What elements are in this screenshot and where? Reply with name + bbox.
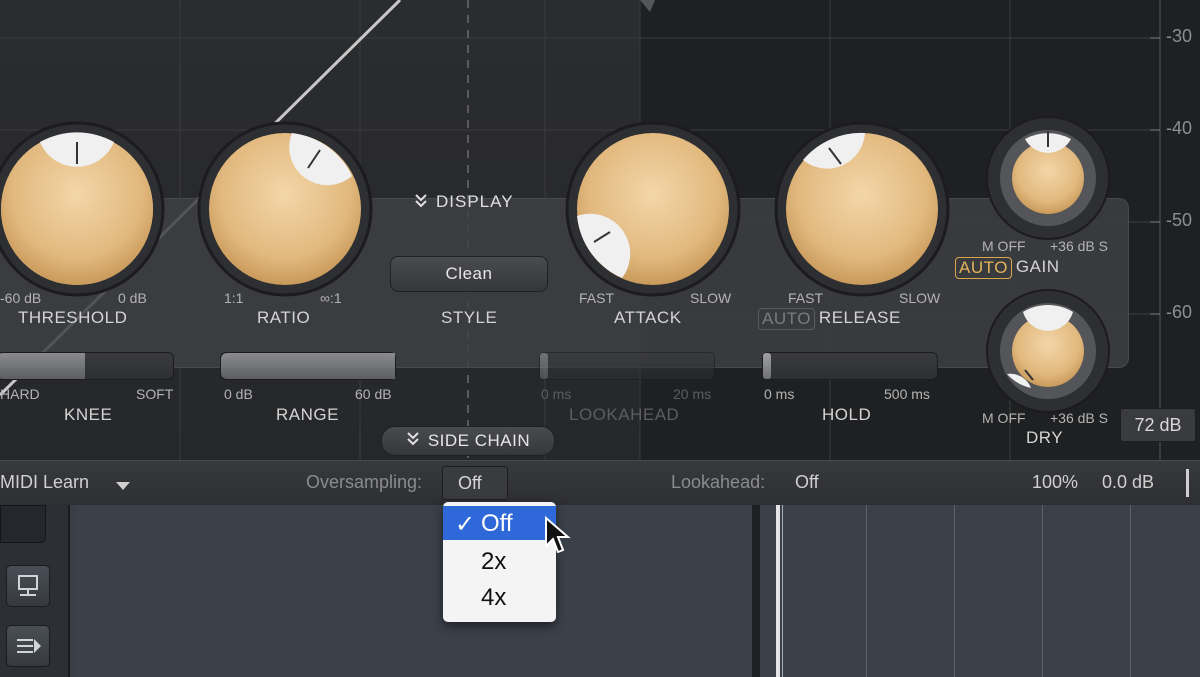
attack-min-label: FAST [579, 290, 615, 306]
gain-knob[interactable] [985, 115, 1111, 241]
dry-max-label: +36 dB S [1050, 410, 1108, 426]
oversampling-menu: ✓ Off 2x 4x [443, 502, 556, 622]
range-max-label: 60 dB [355, 386, 392, 402]
mouse-cursor-icon [545, 516, 571, 554]
ratio-min-label: 1:1 [224, 290, 244, 306]
release-label: RELEASE [818, 308, 901, 327]
lookahead-min-label: 0 ms [541, 386, 572, 402]
compressor-plugin: -30 -40 -50 -60 DISPLAY -60 dB 0 dB THRE… [0, 0, 1200, 460]
range-min-label: 0 dB [224, 386, 253, 402]
attack-max-label: SLOW [690, 290, 732, 306]
style-button-label: Clean [445, 264, 493, 283]
dry-label: DRY [1026, 428, 1064, 447]
midi-learn-button[interactable]: MIDI Learn [0, 472, 89, 493]
dry-knob[interactable] [985, 288, 1111, 414]
arrange-lane-right [760, 505, 1200, 677]
threshold-max-label: 0 dB [118, 290, 147, 306]
range-readout-value: 72 dB [1134, 414, 1182, 435]
routing-button[interactable] [6, 625, 50, 667]
range-label: RANGE [276, 405, 339, 424]
gain-label: GAIN [1015, 257, 1060, 276]
release-label-group: AUTO RELEASE [758, 308, 901, 330]
db-label-30: -30 [1165, 26, 1192, 46]
range-slider[interactable] [220, 352, 396, 380]
oversampling-label: Oversampling: [306, 472, 423, 492]
threshold-label: THRESHOLD [18, 308, 128, 327]
lookahead-status-value[interactable]: Off [795, 472, 819, 493]
gain-min-label: M OFF [982, 238, 1026, 254]
attack-label: ATTACK [614, 308, 682, 327]
double-chevron-down-icon [414, 193, 428, 212]
menu-option-label: 4x [481, 584, 507, 611]
lookahead-slider-thumb [540, 353, 548, 379]
grid-line [866, 505, 867, 677]
grid-line [1042, 505, 1043, 677]
db-label-60: -60 [1165, 302, 1192, 322]
double-chevron-down-icon [406, 431, 420, 452]
hold-label: HOLD [822, 405, 872, 424]
auto-release-toggle[interactable]: AUTO [758, 308, 815, 330]
knee-min-label: HARD [0, 386, 40, 402]
plugin-status-bar: MIDI Learn Oversampling: Off Lookahead: … [0, 460, 1200, 506]
grid-line [782, 505, 783, 677]
menu-option-2x[interactable]: 2x [443, 544, 556, 578]
range-slider-fill [221, 353, 395, 379]
monitor-icon [18, 575, 38, 596]
range-readout[interactable]: 72 dB [1120, 408, 1196, 442]
routing-icon [17, 639, 41, 653]
output-gain-value[interactable]: 0.0 dB [1102, 472, 1154, 493]
release-max-label: SLOW [899, 290, 941, 306]
oversampling-select[interactable]: Off [442, 466, 508, 500]
threshold-min-label: -60 dB [0, 290, 42, 306]
checkmark-icon: ✓ [455, 511, 476, 538]
lookahead-slider[interactable] [539, 352, 715, 380]
gain-label-group: AUTO GAIN [955, 257, 1059, 279]
grid-line [1130, 505, 1131, 677]
auto-gain-toggle[interactable]: AUTO [955, 257, 1012, 279]
oversampling-value: Off [458, 473, 482, 493]
hold-slider-thumb [763, 353, 771, 379]
dry-min-label: M OFF [982, 410, 1026, 426]
side-chain-toggle[interactable]: SIDE CHAIN [381, 426, 555, 456]
db-label-50: -50 [1165, 210, 1192, 230]
attack-knob[interactable] [564, 120, 742, 298]
knee-label: KNEE [64, 405, 113, 424]
display-toggle-label: DISPLAY [436, 192, 514, 211]
arrange-lane-left [76, 505, 752, 677]
lookahead-label: LOOKAHEAD [569, 405, 680, 424]
db-label-40: -40 [1165, 118, 1192, 138]
arrange-separator [752, 505, 760, 677]
threshold-knob[interactable] [0, 120, 166, 298]
lookahead-status-label: Lookahead: [671, 472, 766, 492]
release-knob[interactable] [773, 120, 951, 298]
knee-slider-fill [0, 353, 85, 379]
track-button-top[interactable] [0, 505, 46, 543]
lookahead-max-label: 20 ms [673, 386, 712, 402]
hold-min-label: 0 ms [764, 386, 795, 402]
style-label: STYLE [441, 308, 498, 327]
playhead[interactable] [776, 505, 780, 677]
grid-line [954, 505, 955, 677]
ratio-knob[interactable] [196, 120, 374, 298]
knee-max-label: SOFT [136, 386, 174, 402]
gain-max-label: +36 dB S [1050, 238, 1108, 254]
menu-option-label: 2x [481, 548, 507, 575]
hold-max-label: 500 ms [884, 386, 930, 402]
daw-arrange-area [0, 505, 1200, 677]
ratio-max-label: ∞:1 [320, 290, 342, 306]
knee-slider[interactable] [0, 352, 174, 380]
ratio-label: RATIO [257, 308, 311, 327]
menu-option-4x[interactable]: 4x [443, 580, 556, 614]
menu-option-off[interactable]: ✓ Off [443, 506, 556, 540]
side-chain-label: SIDE CHAIN [427, 431, 531, 450]
status-divider [1186, 469, 1189, 497]
display-toggle[interactable]: DISPLAY [414, 190, 514, 214]
hold-slider[interactable] [762, 352, 938, 380]
release-min-label: FAST [788, 290, 824, 306]
mix-value[interactable]: 100% [1032, 472, 1078, 493]
monitor-button[interactable] [6, 565, 50, 607]
menu-option-label: Off [481, 510, 513, 537]
style-clean-button[interactable]: Clean [390, 256, 548, 292]
midi-learn-dropdown-icon[interactable] [116, 478, 130, 496]
